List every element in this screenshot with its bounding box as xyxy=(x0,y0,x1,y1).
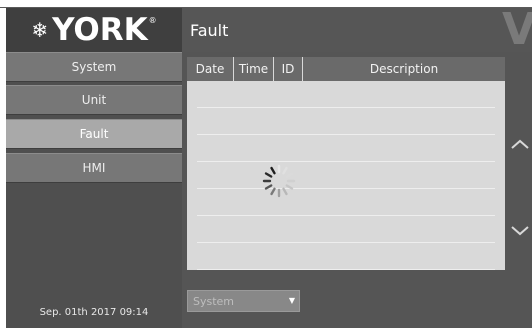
column-header-date[interactable]: Date xyxy=(187,57,234,81)
sidebar-item-hmi[interactable]: HMI xyxy=(6,153,182,183)
table-row xyxy=(197,108,495,135)
chevron-up-icon[interactable] xyxy=(508,132,532,156)
sidebar-item-fault[interactable]: Fault xyxy=(6,119,182,149)
sidebar-item-label: Unit xyxy=(81,93,107,107)
select-value: System xyxy=(193,295,235,308)
column-header-description[interactable]: Description xyxy=(303,57,505,81)
v-logo-mark: V xyxy=(501,4,532,55)
table-row xyxy=(197,216,495,243)
brand-name: YORK xyxy=(52,11,148,48)
table-header: Date Time ID Description xyxy=(187,57,505,81)
table-row xyxy=(197,243,495,270)
snowflake-icon: ❄ xyxy=(31,18,49,42)
sidebar: ❄ YORK ® System Unit Fault HMI Sep. 01th… xyxy=(6,8,182,328)
fault-filter-select[interactable]: System ▼ xyxy=(187,290,300,312)
sidebar-item-label: Fault xyxy=(79,127,109,141)
york-logo: ❄ YORK ® xyxy=(6,8,182,52)
table-body xyxy=(187,81,505,270)
sidebar-item-label: System xyxy=(71,60,117,74)
fault-table: Date Time ID Description xyxy=(187,57,505,270)
sidebar-item-system[interactable]: System xyxy=(6,52,182,82)
spinner-icon xyxy=(262,164,296,198)
page-header: Fault V xyxy=(182,4,532,55)
chevron-down-icon[interactable] xyxy=(508,218,532,242)
column-header-id[interactable]: ID xyxy=(274,57,303,81)
top-border xyxy=(0,0,532,8)
main-panel: Date Time ID Description System ▼ xyxy=(182,52,532,328)
column-header-time[interactable]: Time xyxy=(234,57,274,81)
sidebar-item-label: HMI xyxy=(82,161,106,175)
datetime-display: Sep. 01th 2017 09:14 xyxy=(39,307,149,318)
table-row xyxy=(197,162,495,189)
trademark-symbol: ® xyxy=(148,16,157,25)
table-row xyxy=(197,189,495,216)
table-row xyxy=(197,135,495,162)
sidebar-item-unit[interactable]: Unit xyxy=(6,85,182,115)
caret-down-icon: ▼ xyxy=(288,296,295,305)
table-row xyxy=(197,81,495,108)
page-title: Fault xyxy=(190,21,229,40)
